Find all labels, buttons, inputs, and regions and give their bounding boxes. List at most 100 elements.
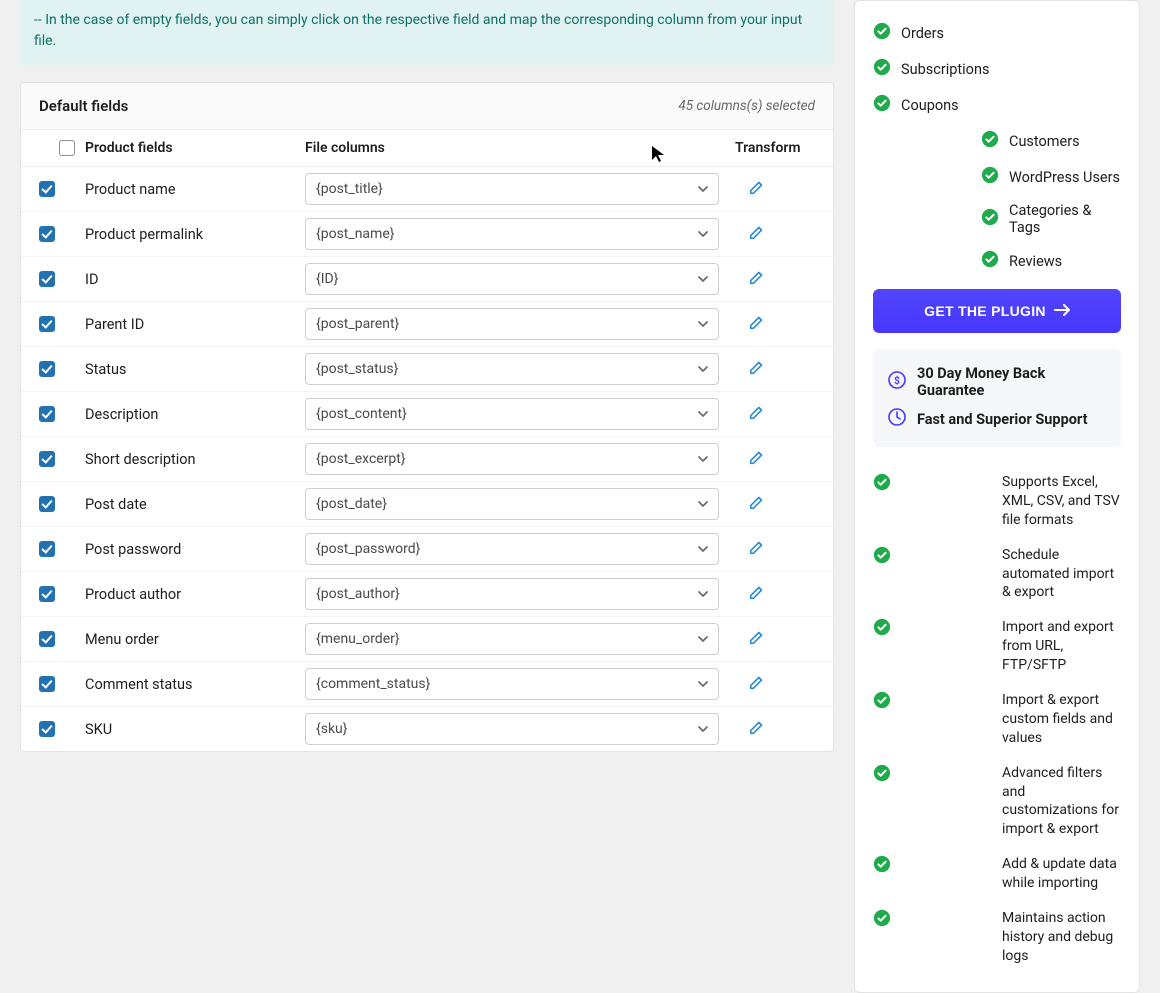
row-checkbox[interactable] <box>39 676 55 692</box>
check-circle-icon <box>981 208 999 230</box>
file-column-select[interactable]: {post_parent} <box>305 308 719 340</box>
bullet-item: Add & update data while importing <box>873 847 1121 901</box>
row-checkbox[interactable] <box>39 496 55 512</box>
feature-item: Orders <box>873 15 1121 51</box>
row-checkbox[interactable] <box>39 541 55 557</box>
chevron-down-icon <box>696 227 710 241</box>
file-column-select[interactable]: {post_status} <box>305 353 719 385</box>
row-checkbox[interactable] <box>39 181 55 197</box>
transform-edit-button[interactable] <box>743 310 771 338</box>
row-checkbox[interactable] <box>39 451 55 467</box>
field-row: Product permalink{post_name} <box>21 212 833 257</box>
select-value: {sku} <box>316 721 348 737</box>
field-label: Product permalink <box>85 226 305 243</box>
row-checkbox[interactable] <box>39 406 55 422</box>
money-back-icon: $ <box>887 370 907 394</box>
file-column-select[interactable]: {post_password} <box>305 533 719 565</box>
row-checkbox[interactable] <box>39 316 55 332</box>
check-circle-icon <box>873 58 891 80</box>
check-circle-icon <box>873 764 992 788</box>
field-label: Comment status <box>85 676 305 693</box>
transform-edit-button[interactable] <box>743 220 771 248</box>
field-label: Menu order <box>85 631 305 648</box>
check-circle-icon <box>873 618 992 642</box>
select-value: {post_content} <box>316 406 407 422</box>
chevron-down-icon <box>696 677 710 691</box>
transform-edit-button[interactable] <box>743 535 771 563</box>
row-checkbox[interactable] <box>39 721 55 737</box>
check-circle-icon <box>873 691 992 715</box>
bullet-item: Maintains action history and debug logs <box>873 901 1121 974</box>
file-column-select[interactable]: {post_author} <box>305 578 719 610</box>
select-value: {comment_status} <box>316 676 430 692</box>
pencil-icon <box>748 268 766 290</box>
field-label: Post password <box>85 541 305 558</box>
transform-edit-button[interactable] <box>743 490 771 518</box>
pencil-icon <box>748 628 766 650</box>
chevron-down-icon <box>696 587 710 601</box>
file-column-select[interactable]: {ID} <box>305 263 719 295</box>
transform-edit-button[interactable] <box>743 445 771 473</box>
chevron-down-icon <box>696 632 710 646</box>
file-column-select[interactable]: {menu_order} <box>305 623 719 655</box>
field-row: SKU{sku} <box>21 707 833 751</box>
transform-edit-button[interactable] <box>743 265 771 293</box>
file-column-select[interactable]: {sku} <box>305 713 719 745</box>
check-circle-icon <box>981 250 999 272</box>
info-banner: -- In the case of empty fields, you can … <box>20 0 834 66</box>
bullet-item: Import & export custom fields and values <box>873 683 1121 756</box>
fields-header: Default fields 45 columns(s) selected <box>21 83 833 130</box>
chevron-down-icon <box>696 452 710 466</box>
feature-label: Reviews <box>1009 253 1062 270</box>
check-circle-icon <box>873 909 992 933</box>
file-column-select[interactable]: {post_content} <box>305 398 719 430</box>
row-checkbox[interactable] <box>39 586 55 602</box>
guarantee-box: $ 30 Day Money Back Guarantee Fast and S… <box>873 349 1121 447</box>
file-column-select[interactable]: {post_name} <box>305 218 719 250</box>
transform-edit-button[interactable] <box>743 670 771 698</box>
row-checkbox[interactable] <box>39 226 55 242</box>
field-row: Menu order{menu_order} <box>21 617 833 662</box>
feature-label: Customers <box>1009 133 1080 150</box>
field-row: Product author{post_author} <box>21 572 833 617</box>
select-all-checkbox[interactable] <box>59 140 75 156</box>
feature-item: Reviews <box>873 243 1121 279</box>
file-column-select[interactable]: {post_excerpt} <box>305 443 719 475</box>
transform-edit-button[interactable] <box>743 175 771 203</box>
guarantee-1-label: 30 Day Money Back Guarantee <box>917 365 1107 399</box>
feature-item: Customers <box>873 123 1121 159</box>
field-row: Short description{post_excerpt} <box>21 437 833 482</box>
select-value: {ID} <box>316 271 338 287</box>
field-label: ID <box>85 271 305 288</box>
field-label: Product author <box>85 586 305 603</box>
feature-label: Orders <box>901 25 944 42</box>
pencil-icon <box>748 673 766 695</box>
transform-edit-button[interactable] <box>743 355 771 383</box>
pencil-icon <box>748 448 766 470</box>
select-value: {post_date} <box>316 496 387 512</box>
field-label: Status <box>85 361 305 378</box>
transform-edit-button[interactable] <box>743 715 771 743</box>
field-row: Status{post_status} <box>21 347 833 392</box>
field-row: Parent ID{post_parent} <box>21 302 833 347</box>
field-label: Short description <box>85 451 305 468</box>
bullet-item: Supports Excel, XML, CSV, and TSV file f… <box>873 465 1121 538</box>
field-label: Product name <box>85 181 305 198</box>
file-column-select[interactable]: {post_title} <box>305 173 719 205</box>
file-column-select[interactable]: {comment_status} <box>305 668 719 700</box>
pencil-icon <box>748 223 766 245</box>
chevron-down-icon <box>696 407 710 421</box>
check-circle-icon <box>873 546 992 570</box>
field-label: Post date <box>85 496 305 513</box>
file-column-select[interactable]: {post_date} <box>305 488 719 520</box>
feature-item: Subscriptions <box>873 51 1121 87</box>
transform-edit-button[interactable] <box>743 400 771 428</box>
select-value: {post_title} <box>316 181 383 197</box>
fields-count: 45 columns(s) selected <box>678 98 815 114</box>
get-plugin-button[interactable]: GET THE PLUGIN <box>873 289 1121 333</box>
row-checkbox[interactable] <box>39 631 55 647</box>
row-checkbox[interactable] <box>39 361 55 377</box>
row-checkbox[interactable] <box>39 271 55 287</box>
transform-edit-button[interactable] <box>743 625 771 653</box>
transform-edit-button[interactable] <box>743 580 771 608</box>
